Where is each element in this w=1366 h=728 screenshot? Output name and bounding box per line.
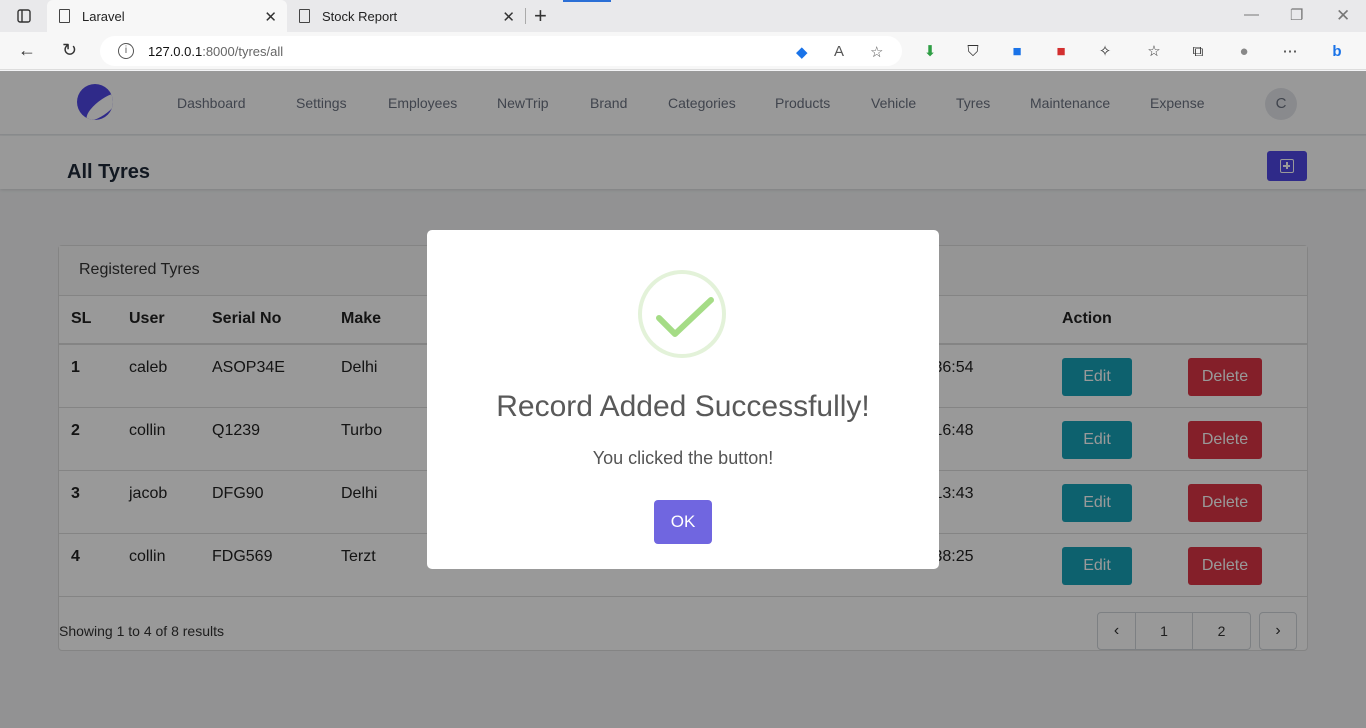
success-dialog: Record Added Successfully! You clicked t…: [427, 230, 939, 569]
back-icon[interactable]: ←: [18, 40, 36, 61]
dialog-title: Record Added Successfully!: [496, 390, 870, 423]
favorite-add-icon[interactable]: ☆: [870, 43, 883, 61]
site-info-icon[interactable]: i: [118, 43, 134, 59]
tab-title: Laravel: [82, 8, 125, 24]
bitwarden-icon[interactable]: ⛉: [963, 41, 983, 61]
address-input[interactable]: i 127.0.0.1:8000/tyres/all ◆ A ☆: [100, 36, 902, 66]
download-extension-icon[interactable]: ⬇: [920, 41, 940, 61]
tab-divider: [525, 8, 526, 24]
url-host: 127.0.0.1: [148, 43, 203, 59]
dialog-text: You clicked the button!: [592, 448, 774, 468]
check-icon: [656, 297, 714, 337]
browser-tab-bar: Laravel ✕ Stock Report ✕ + — ❐ ✕: [0, 0, 1366, 32]
extension-red-icon[interactable]: ■: [1051, 41, 1071, 61]
ok-button[interactable]: OK: [654, 500, 712, 544]
new-tab-icon[interactable]: +: [534, 3, 547, 29]
minimize-icon[interactable]: —: [1244, 6, 1259, 23]
more-icon[interactable]: ⋯: [1280, 41, 1300, 61]
collections-icon[interactable]: ⧉: [1188, 41, 1208, 61]
tab-laravel[interactable]: Laravel ✕: [47, 0, 287, 32]
profile-icon[interactable]: ●: [1234, 41, 1254, 61]
refresh-icon[interactable]: ↻: [62, 40, 77, 61]
tab-accent-line: [563, 0, 611, 2]
extensions-icon[interactable]: ✧: [1095, 41, 1115, 61]
read-aloud-icon[interactable]: A: [834, 43, 844, 60]
url-path: :8000/tyres/all: [202, 43, 284, 59]
page-icon: [299, 9, 310, 23]
favorites-icon[interactable]: ☆: [1144, 41, 1164, 61]
tab-title: Stock Report: [322, 8, 398, 24]
tag-icon[interactable]: ◆: [796, 43, 808, 61]
tab-stock-report[interactable]: Stock Report ✕: [287, 0, 525, 32]
extension-blue-icon[interactable]: ■: [1007, 41, 1027, 61]
restore-icon[interactable]: ❐: [1290, 6, 1303, 24]
close-tab-icon[interactable]: ✕: [264, 8, 277, 26]
tab-actions-icon[interactable]: [10, 7, 38, 25]
close-window-icon[interactable]: ✕: [1336, 6, 1350, 26]
bing-icon[interactable]: b: [1327, 41, 1347, 61]
page-icon: [59, 9, 70, 23]
close-tab-icon[interactable]: ✕: [502, 8, 515, 26]
